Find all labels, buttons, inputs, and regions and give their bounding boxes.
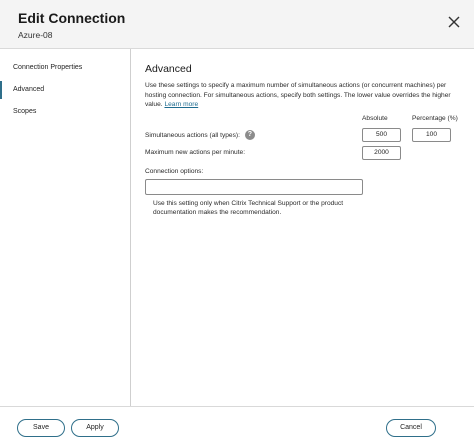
section-title: Advanced bbox=[145, 63, 192, 75]
column-header-absolute: Absolute bbox=[362, 115, 388, 122]
close-icon bbox=[448, 16, 460, 28]
max-new-actions-input[interactable]: 2000 bbox=[362, 146, 401, 160]
simultaneous-percentage-input[interactable]: 100 bbox=[412, 128, 451, 142]
sidebar-item-connection-properties[interactable]: Connection Properties bbox=[0, 59, 130, 77]
sidebar-item-label: Connection Properties bbox=[13, 64, 83, 71]
help-icon[interactable]: ? bbox=[244, 130, 255, 140]
save-button[interactable]: Save bbox=[17, 419, 65, 437]
apply-button[interactable]: Apply bbox=[71, 419, 119, 437]
column-header-percentage: Percentage (%) bbox=[412, 115, 458, 122]
dialog-header: Edit Connection Azure-08 bbox=[0, 0, 474, 49]
dialog-subtitle: Azure-08 bbox=[18, 30, 53, 40]
simultaneous-absolute-input[interactable]: 500 bbox=[362, 128, 401, 142]
sidebar-item-label: Scopes bbox=[13, 108, 37, 115]
connection-options-input[interactable] bbox=[145, 179, 363, 195]
close-button[interactable] bbox=[446, 14, 462, 30]
advanced-panel: Advanced Use these settings to specify a… bbox=[132, 49, 474, 406]
dialog-footer: Save Apply Cancel bbox=[0, 406, 474, 443]
simultaneous-actions-label: Simultaneous actions (all types):? bbox=[145, 130, 255, 140]
connection-options-note: Use this setting only when Citrix Techni… bbox=[153, 200, 344, 216]
sidebar-item-label: Advanced bbox=[13, 86, 45, 93]
dialog-title: Edit Connection bbox=[18, 10, 126, 26]
learn-more-link[interactable]: Learn more bbox=[164, 101, 198, 108]
section-description: Use these settings to specify a maximum … bbox=[145, 81, 467, 110]
max-new-actions-label: Maximum new actions per minute: bbox=[145, 149, 246, 156]
sidebar-item-scopes[interactable]: Scopes bbox=[0, 103, 130, 121]
sidebar: Connection Properties Advanced Scopes bbox=[0, 49, 131, 406]
sidebar-item-advanced[interactable]: Advanced bbox=[0, 81, 130, 99]
connection-options-label: Connection options: bbox=[145, 168, 204, 175]
simultaneous-actions-label-text: Simultaneous actions (all types): bbox=[145, 131, 240, 139]
cancel-button[interactable]: Cancel bbox=[386, 419, 436, 437]
